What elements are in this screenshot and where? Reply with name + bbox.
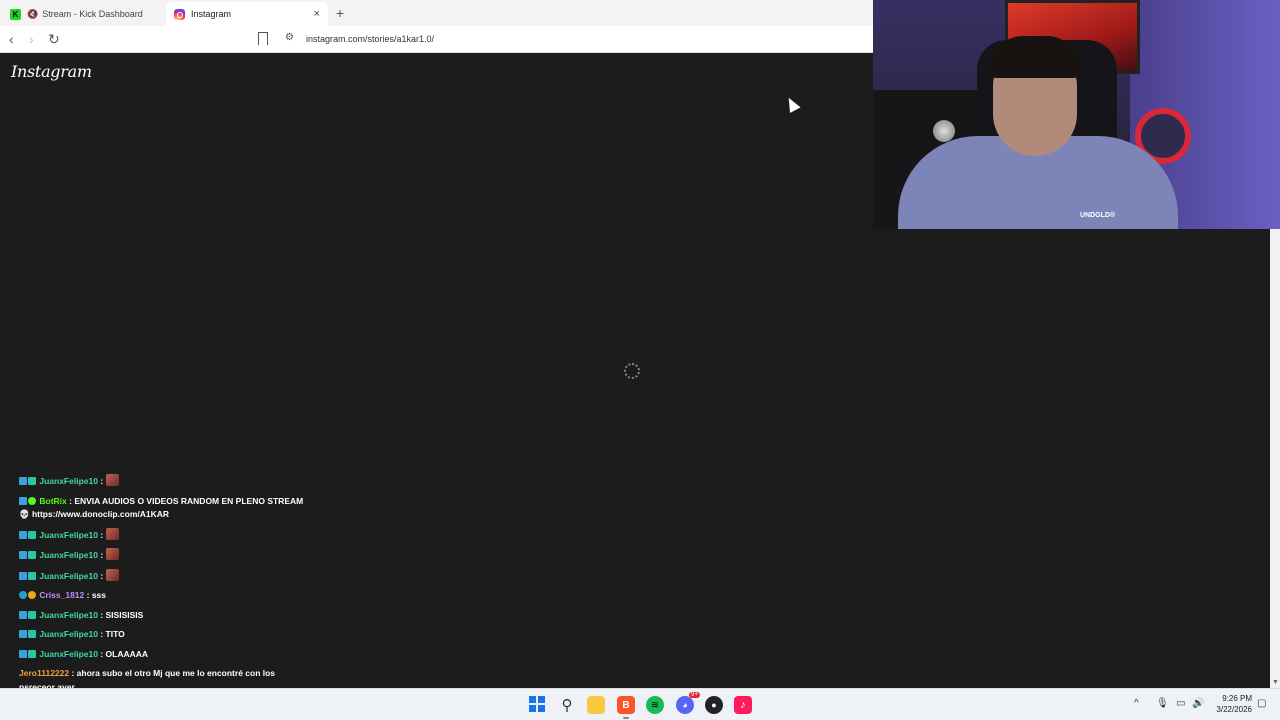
- chat-badge-icon: [28, 610, 36, 619]
- chat-emote-icon: [105, 527, 119, 540]
- tab-title: Stream - Kick Dashboard: [42, 9, 143, 19]
- chat-badge-icon: [28, 591, 36, 599]
- chat-username[interactable]: JuanxFelipe10: [37, 530, 98, 540]
- chat-username[interactable]: JuanxFelipe10: [37, 610, 98, 620]
- tab-kick-dashboard[interactable]: K 🔇 Stream - Kick Dashboard: [2, 2, 166, 26]
- chat-separator: :: [97, 476, 106, 486]
- address-bar: ‹ › ↻ ⚙ instagram.com/stories/a1kar1.0/: [0, 26, 873, 53]
- chat-badge-icon: [19, 530, 27, 539]
- brave-icon[interactable]: B: [617, 696, 635, 719]
- chat-badge-icon: [19, 551, 27, 559]
- windows-taskbar: ⚲ B ≋ ◕ 9+ ● ♪ ^ 🎙 ▭ 🔊 9:26 PM 3/22/2026 …: [0, 688, 1280, 720]
- notification-icon[interactable]: ▢: [1257, 698, 1266, 709]
- scroll-down-arrow-icon[interactable]: ▼: [1272, 679, 1279, 686]
- discord-icon[interactable]: ◕ 9+: [676, 692, 700, 714]
- chat-username[interactable]: JuanxFelipe10: [37, 571, 98, 581]
- chat-badge-icon: [28, 477, 36, 485]
- obs-icon[interactable]: ●: [705, 696, 723, 714]
- search-icon[interactable]: ⚲: [558, 696, 576, 714]
- chat-badge-icon: [19, 610, 27, 619]
- chat-badge-icon: [19, 649, 27, 658]
- chat-username[interactable]: JuanxFelipe10: [37, 476, 98, 486]
- webcam-overlay: UNDGLD®: [873, 0, 1280, 229]
- discord-badge: 9+: [689, 692, 700, 698]
- start-icon[interactable]: [529, 696, 547, 714]
- chat-emote-icon: [105, 568, 119, 581]
- file-explorer-icon[interactable]: [587, 696, 605, 714]
- site-info-icon[interactable]: ⚙: [285, 32, 294, 43]
- shirt-logo: UNDGLD®: [1080, 212, 1116, 219]
- url-field[interactable]: instagram.com/stories/a1kar1.0/: [306, 34, 434, 44]
- instagram-logo[interactable]: Instagram: [11, 62, 92, 81]
- microphone-icon[interactable]: 🎙: [1156, 698, 1169, 709]
- chat-message: JuanxFelipe10 : OLAAAAA: [19, 648, 309, 662]
- chat-badge-icon: [28, 571, 36, 580]
- chat-badge-icon: [28, 630, 36, 638]
- chat-separator: :: [69, 668, 77, 678]
- spotify-icon[interactable]: ≋: [646, 696, 664, 714]
- chat-separator: :: [97, 570, 106, 581]
- chat-message: JuanxFelipe10 : TITO: [19, 628, 309, 642]
- close-tab-icon[interactable]: ×: [314, 8, 320, 20]
- new-tab-button[interactable]: +: [336, 5, 344, 21]
- chat-badge-icon: [28, 551, 36, 559]
- chat-separator: :: [97, 550, 106, 560]
- chat-text: TITO: [105, 629, 125, 639]
- muted-speaker-icon[interactable]: 🔇: [27, 9, 38, 20]
- browser-tab-bar: K 🔇 Stream - Kick Dashboard Instagram × …: [0, 0, 873, 26]
- tiktok-icon[interactable]: ♪: [734, 696, 752, 714]
- chat-separator: :: [84, 590, 92, 600]
- back-button[interactable]: ‹: [9, 31, 14, 47]
- chat-message: Criss_1812 : sss: [19, 589, 309, 603]
- chat-emote-icon: [105, 548, 119, 560]
- chat-badge-icon: [28, 496, 36, 505]
- chat-separator: :: [97, 629, 106, 639]
- chat-badge-icon: [28, 530, 36, 539]
- instagram-icon: [174, 8, 185, 20]
- loading-spinner-icon: [624, 363, 640, 379]
- chat-badge-icon: [19, 630, 27, 638]
- chat-username[interactable]: BotRix: [37, 496, 66, 506]
- chat-separator: :: [97, 529, 106, 540]
- chat-message: JuanxFelipe10 :: [19, 474, 309, 489]
- cam-lamp: [933, 120, 955, 142]
- chat-username[interactable]: JuanxFelipe10: [37, 649, 98, 659]
- reload-button[interactable]: ↻: [48, 31, 60, 48]
- chat-emote-icon: [105, 474, 119, 486]
- chat-message: JuanxFelipe10 :: [19, 568, 309, 584]
- system-clock[interactable]: 9:26 PM 3/22/2026: [1208, 693, 1252, 715]
- chat-separator: :: [97, 609, 106, 620]
- chat-username[interactable]: Jero1112222: [19, 668, 69, 678]
- chat-message: BotRix : ENVIA AUDIOS O VIDEOS RANDOM EN…: [19, 495, 309, 522]
- chat-text: sss: [91, 590, 107, 600]
- network-icon[interactable]: ▭: [1176, 698, 1185, 709]
- chat-message: JuanxFelipe10 :: [19, 548, 309, 563]
- chat-text: OLAAAAA: [105, 648, 149, 659]
- chat-separator: :: [97, 648, 106, 659]
- chat-username[interactable]: Criss_1812: [37, 590, 84, 600]
- chat-message: JuanxFelipe10 :: [19, 527, 309, 543]
- volume-icon[interactable]: 🔊: [1192, 698, 1204, 709]
- kick-icon: K: [10, 8, 21, 20]
- chat-badge-icon: [28, 649, 36, 658]
- chat-username[interactable]: JuanxFelipe10: [37, 550, 98, 560]
- chat-badge-icon: [19, 477, 27, 485]
- page-scrollbar[interactable]: ▼: [1270, 229, 1280, 688]
- stream-chat-overlay: JuanxFelipe10 : BotRix : ENVIA AUDIOS O …: [19, 474, 309, 720]
- chat-username[interactable]: JuanxFelipe10: [37, 629, 98, 639]
- forward-button[interactable]: ›: [29, 31, 34, 47]
- chevron-up-icon[interactable]: ^: [1134, 698, 1139, 709]
- chat-badge-icon: [19, 496, 27, 505]
- bookmark-icon[interactable]: [258, 32, 268, 45]
- chat-badge-icon: [19, 571, 27, 580]
- desktop-screen: K 🔇 Stream - Kick Dashboard Instagram × …: [0, 0, 1280, 720]
- tab-title: Instagram: [191, 9, 232, 19]
- chat-text: SISISISIS: [105, 609, 144, 620]
- chat-badge-icon: [19, 591, 27, 599]
- streamer-hair: [989, 36, 1081, 78]
- tab-instagram[interactable]: Instagram ×: [166, 2, 328, 26]
- chat-message: JuanxFelipe10 : SISISISIS: [19, 609, 309, 623]
